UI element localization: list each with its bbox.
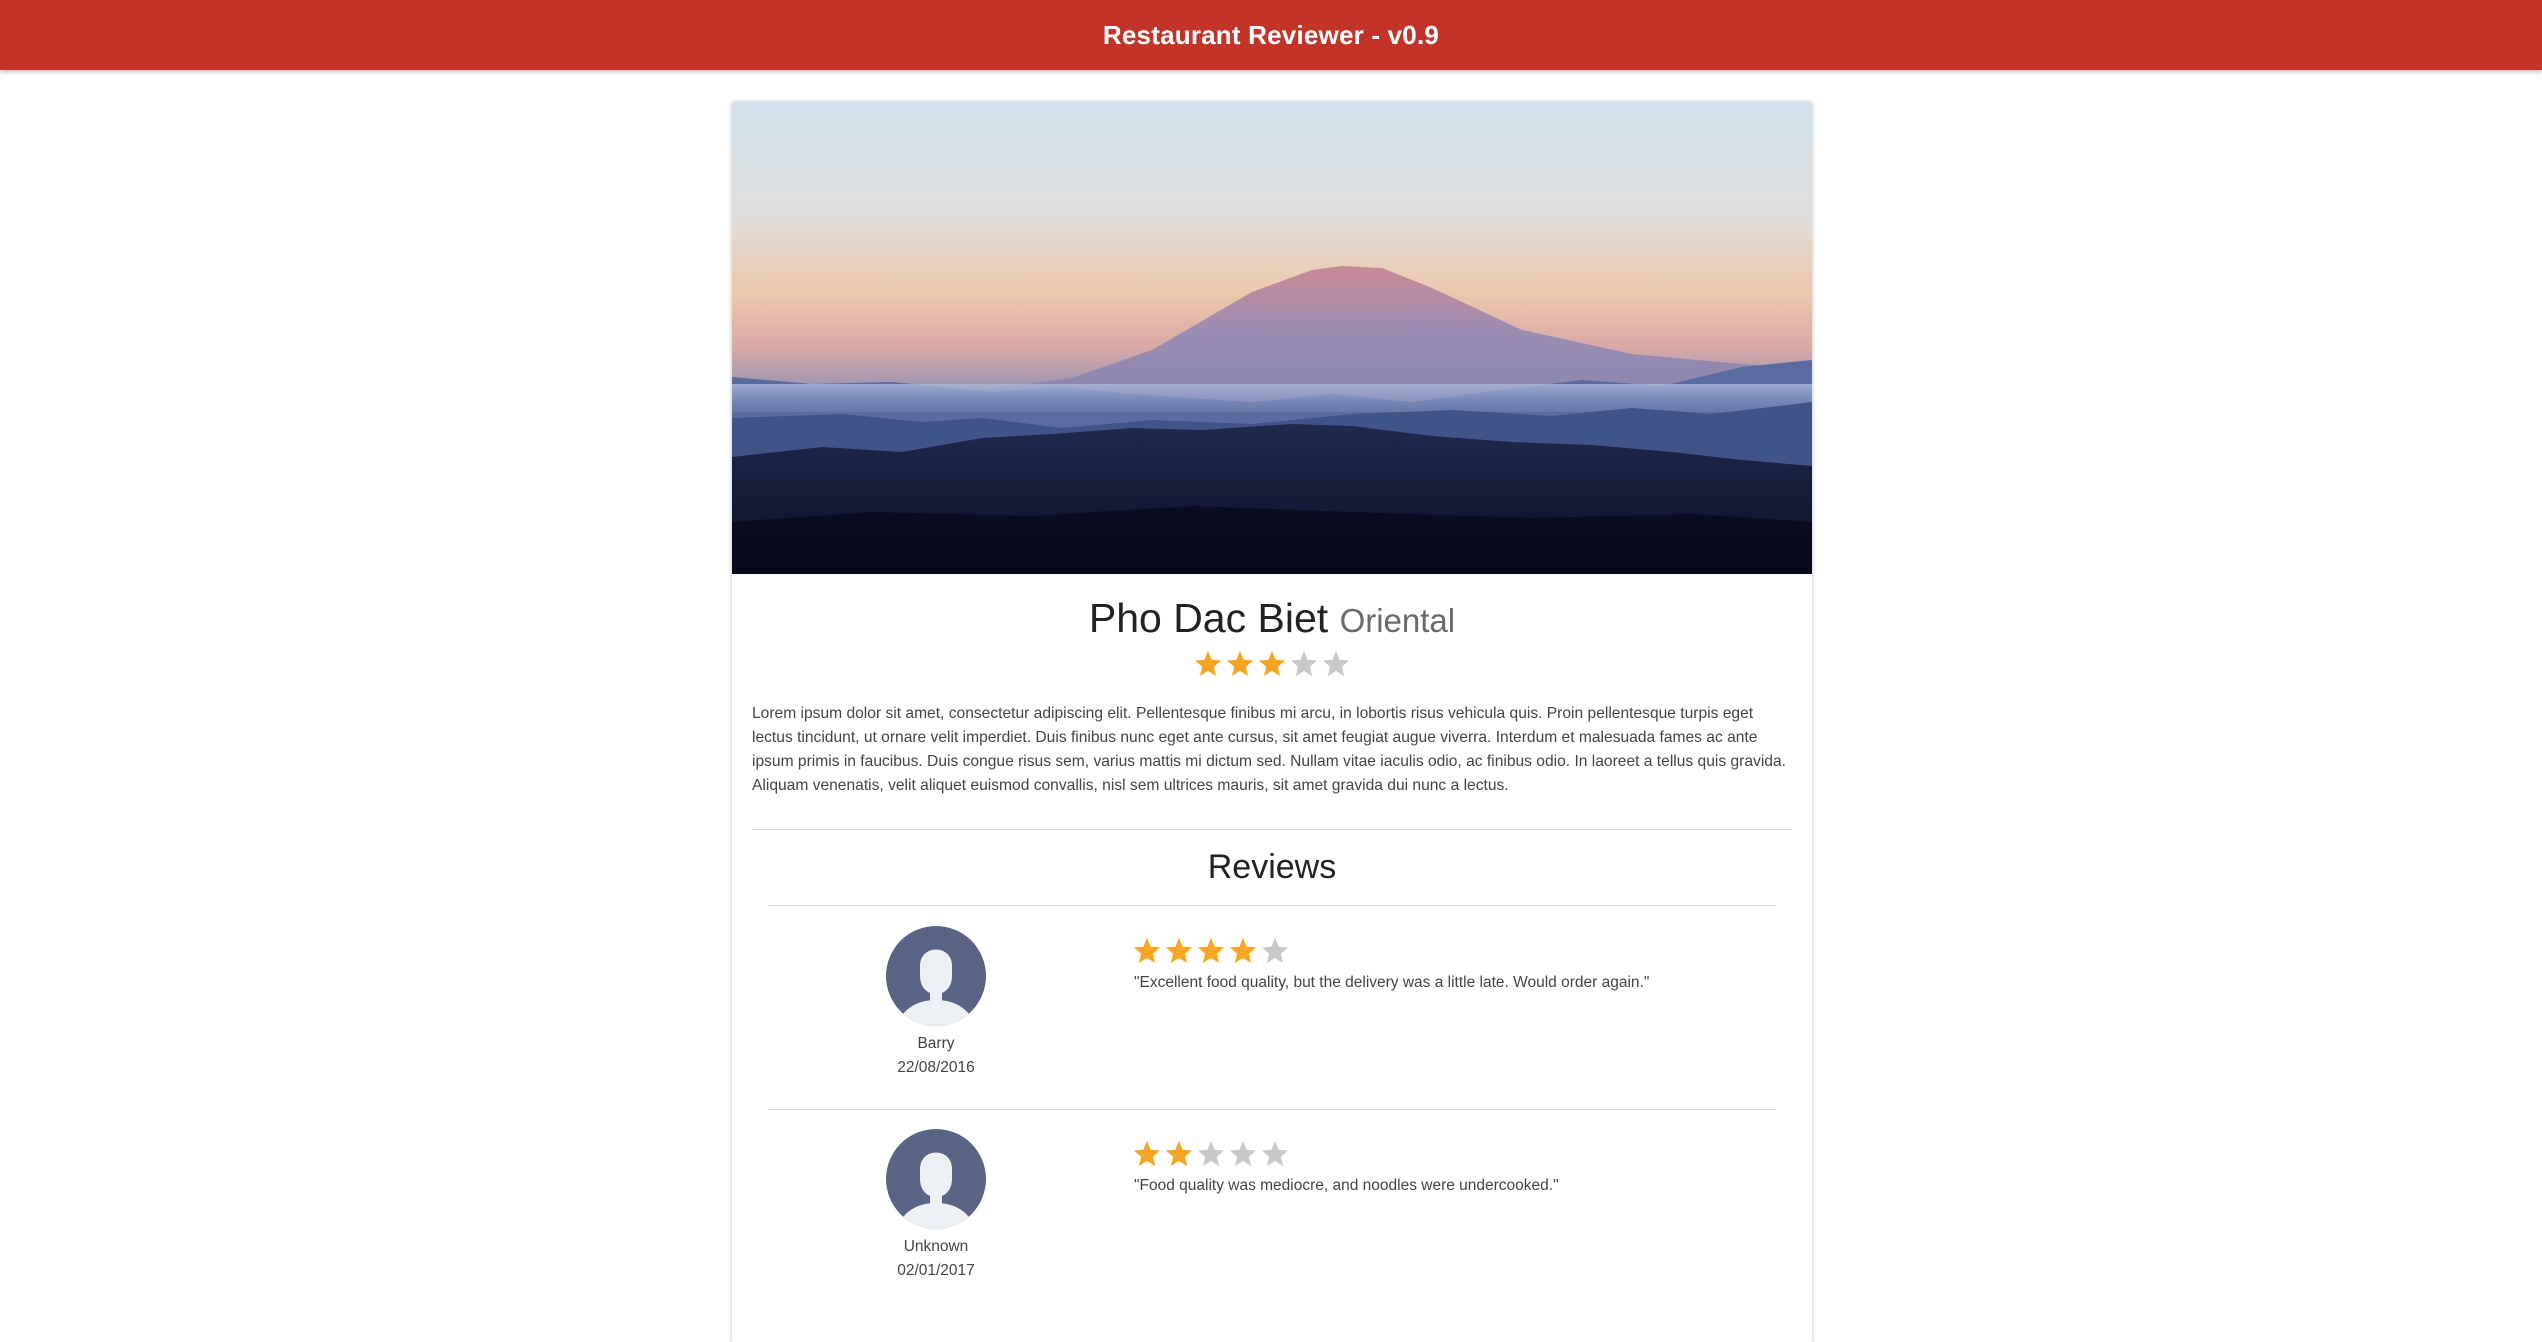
review-text: "Food quality was mediocre, and noodles …: [1134, 1177, 1559, 1194]
restaurant-card: Pho Dac Biet Oriental Lorem ipsum dolor …: [732, 102, 1812, 1342]
star-empty-icon: [1197, 1140, 1225, 1167]
star-empty-icon: [1229, 1140, 1257, 1167]
star-filled-icon: [1133, 937, 1161, 964]
star-filled-icon: [1226, 650, 1254, 677]
restaurant-rating-stars: [1193, 649, 1351, 679]
divider: [752, 829, 1792, 830]
restaurant-name: Pho Dac Biet: [1088, 595, 1329, 641]
star-filled-icon: [1194, 650, 1222, 677]
restaurant-heading: Pho Dac Biet Oriental: [732, 590, 1812, 649]
star-empty-icon: [1261, 937, 1289, 964]
star-filled-icon: [1133, 1140, 1161, 1167]
restaurant-description: Lorem ipsum dolor sit amet, consectetur …: [752, 705, 1786, 794]
review-item: Barry 22/08/2016 "Excellent food quality…: [732, 906, 1812, 1106]
star-filled-icon: [1229, 937, 1257, 964]
star-empty-icon: [1322, 650, 1350, 677]
star-filled-icon: [1258, 650, 1286, 677]
review-text: "Excellent food quality, but the deliver…: [1134, 974, 1650, 991]
avatar-icon: [886, 926, 986, 1026]
app-title: Restaurant Reviewer - v0.9: [1102, 19, 1440, 50]
restaurant-rating: [732, 649, 1812, 684]
review-date: 22/08/2016: [897, 1059, 975, 1076]
star-empty-icon: [1261, 1140, 1289, 1167]
review-rating-stars: [1132, 1139, 1290, 1169]
star-filled-icon: [1197, 937, 1225, 964]
review-item: Unknown 02/01/2017 "Food quality was med…: [732, 1109, 1812, 1309]
avatar-icon: [886, 1129, 986, 1229]
star-empty-icon: [1290, 650, 1318, 677]
restaurant-hero-image: [732, 102, 1812, 574]
reviews-title: Reviews: [1207, 848, 1337, 886]
review-date: 02/01/2017: [897, 1262, 975, 1279]
app-header: Restaurant Reviewer - v0.9: [0, 0, 2542, 70]
review-author: Barry: [917, 1035, 955, 1052]
review-rating-stars: [1132, 936, 1290, 966]
review-author: Unknown: [903, 1238, 969, 1255]
star-filled-icon: [1165, 937, 1193, 964]
star-filled-icon: [1165, 1140, 1193, 1167]
restaurant-category: Oriental: [1339, 602, 1456, 639]
